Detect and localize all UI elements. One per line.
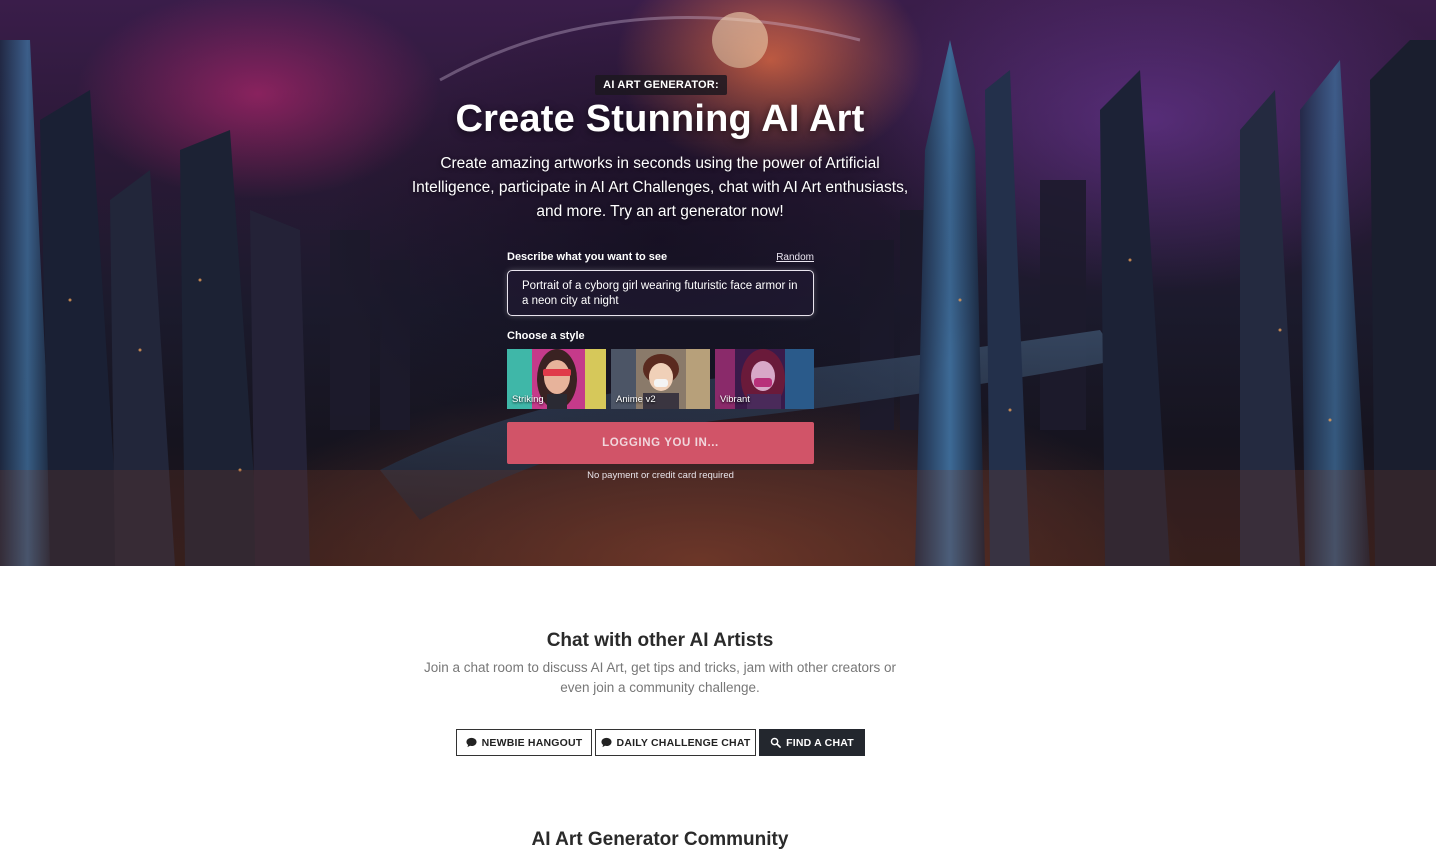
button-label: NEWBIE HANGOUT: [481, 736, 583, 749]
newbie-hangout-button[interactable]: NEWBIE HANGOUT: [456, 729, 592, 756]
chat-bubble-icon: [466, 737, 477, 748]
button-label: DAILY CHALLENGE CHAT: [616, 736, 751, 749]
style-caption: Striking: [512, 394, 544, 405]
chat-section-title: Chat with other AI Artists: [546, 630, 774, 651]
community-section-title: AI Art Generator Community: [531, 829, 789, 850]
style-caption: Anime v2: [616, 394, 656, 405]
button-label: FIND A CHAT: [786, 736, 854, 749]
no-payment-note: No payment or credit card required: [587, 470, 734, 481]
style-caption: Vibrant: [720, 394, 750, 405]
hero-badge: AI ART GENERATOR:: [595, 75, 727, 95]
chat-section-description: Join a chat room to discuss AI Art, get …: [424, 660, 896, 695]
find-a-chat-button[interactable]: FIND A CHAT: [759, 729, 865, 756]
style-tile-striking[interactable]: Striking: [507, 349, 606, 409]
hero-title: Create Stunning AI Art: [455, 98, 865, 140]
generate-button[interactable]: LOGGING YOU IN...: [507, 422, 814, 464]
search-icon: [770, 737, 782, 748]
hero-section: AI ART GENERATOR: Create Stunning AI Art…: [0, 0, 1436, 566]
prompt-input[interactable]: Portrait of a cyborg girl wearing futuri…: [507, 270, 814, 316]
style-tile-anime-v2[interactable]: Anime v2: [611, 349, 710, 409]
style-tile-vibrant[interactable]: Vibrant: [715, 349, 814, 409]
random-prompt-link[interactable]: Random: [772, 252, 814, 263]
hero-description: Create amazing artworks in seconds using…: [411, 155, 909, 220]
prompt-label: Describe what you want to see: [507, 251, 668, 263]
daily-challenge-chat-button[interactable]: DAILY CHALLENGE CHAT: [595, 729, 756, 756]
style-label: Choose a style: [507, 330, 585, 342]
chat-bubble-icon: [601, 737, 612, 748]
